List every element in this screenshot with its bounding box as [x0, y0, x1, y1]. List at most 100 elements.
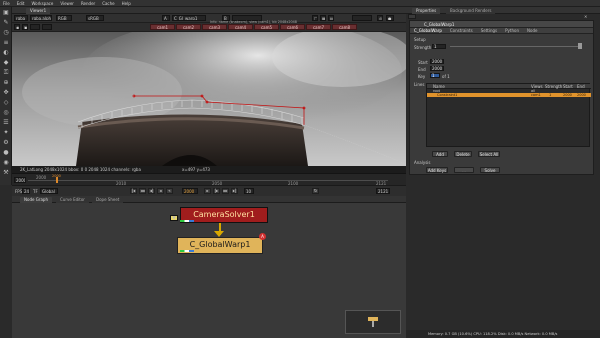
range-end-field[interactable]: 2121: [376, 188, 390, 194]
list-item[interactable]: Constraint1 cam1 1 2000 2000: [427, 93, 591, 97]
start-field[interactable]: 2000: [430, 59, 444, 64]
add-keys-button[interactable]: Add Keys: [426, 167, 448, 173]
menu-bar: File Edit Workspace Viewer Render Cache …: [0, 0, 600, 7]
step-back-icon[interactable]: «: [166, 188, 173, 194]
cam-button-5[interactable]: cam5: [254, 24, 279, 30]
next-frame-icon[interactable]: |▸: [213, 188, 220, 194]
alpha-select[interactable]: rgba.alpha: [30, 15, 52, 21]
color-icon[interactable]: ◐: [2, 49, 10, 57]
input-node-select[interactable]: C_Gl_warp1: [172, 15, 206, 21]
strength-field[interactable]: 1: [432, 44, 446, 49]
first-frame-icon[interactable]: |◂: [130, 188, 137, 194]
overlay-icon[interactable]: ◎: [377, 15, 383, 21]
cam-button-8[interactable]: cam8: [332, 24, 357, 30]
viewer-canvas[interactable]: [12, 32, 406, 166]
wrench-icon[interactable]: ⚒: [2, 169, 10, 177]
key-field[interactable]: 1: [430, 73, 440, 78]
menu-edit[interactable]: Edit: [17, 1, 25, 6]
cara-icon[interactable]: ◉: [2, 159, 10, 167]
cam-button-3[interactable]: cam3: [202, 24, 227, 30]
lock-icon[interactable]: ▤: [328, 15, 334, 21]
menu-viewer[interactable]: Viewer: [60, 1, 74, 6]
frame-select[interactable]: [30, 24, 40, 30]
lines-label: Lines: [414, 82, 425, 87]
disabled-button[interactable]: ...: [454, 167, 474, 173]
menu-file[interactable]: File: [3, 1, 10, 6]
cam-button-7[interactable]: cam7: [306, 24, 331, 30]
merge-icon[interactable]: ⊕: [2, 79, 10, 87]
other-icon[interactable]: ●: [2, 149, 10, 157]
subtab-python[interactable]: Python: [505, 28, 519, 33]
roi-icon[interactable]: □: [312, 15, 318, 21]
max-panels-field[interactable]: [408, 14, 416, 19]
view-icon[interactable]: ◉: [14, 24, 20, 30]
menu-help[interactable]: Help: [122, 1, 131, 6]
stop-icon[interactable]: ●: [386, 15, 394, 21]
step-field[interactable]: 10: [244, 188, 254, 194]
last-frame-icon[interactable]: ▸|: [231, 188, 238, 194]
node-name[interactable]: C_GlobalWarp1: [424, 22, 454, 27]
delete-button[interactable]: Delete: [454, 151, 472, 157]
subtab-node[interactable]: Node: [527, 28, 537, 33]
minimap[interactable]: [345, 310, 401, 334]
tf-select[interactable]: Global: [40, 188, 58, 194]
clip-icon[interactable]: ▣: [22, 24, 28, 30]
properties-tab-bar: Properties Background Renders: [406, 7, 600, 14]
cam-button-4[interactable]: cam4: [228, 24, 253, 30]
toolsets-icon[interactable]: ⚙: [2, 139, 10, 147]
next-key-icon[interactable]: ▸▸: [222, 188, 229, 194]
clear-icon[interactable]: ✕: [584, 14, 590, 19]
node-badge: A: [259, 233, 266, 240]
channel-icon[interactable]: ≡: [2, 39, 10, 47]
timeline-in-field[interactable]: 2000: [14, 177, 26, 183]
gamma-select[interactable]: sRGB: [86, 15, 104, 21]
select-all-button[interactable]: Select All: [478, 151, 500, 157]
frame-field[interactable]: [42, 24, 52, 30]
solve-button[interactable]: Solve: [480, 167, 500, 173]
subtab-settings[interactable]: Settings: [481, 28, 497, 33]
draw-icon[interactable]: ✎: [2, 19, 10, 27]
end-field[interactable]: 2000: [430, 66, 444, 71]
metadata-icon[interactable]: ☰: [2, 119, 10, 127]
slider-handle[interactable]: [578, 43, 582, 49]
frame-field[interactable]: 2000: [182, 188, 198, 194]
play-forward-icon[interactable]: ▸: [204, 188, 211, 194]
fps-field[interactable]: 24: [22, 188, 30, 194]
particles-icon[interactable]: ✦: [2, 129, 10, 137]
prev-key-icon[interactable]: ◂◂: [139, 188, 146, 194]
transform-icon[interactable]: ✥: [2, 89, 10, 97]
3d-icon[interactable]: ◇: [2, 99, 10, 107]
image-icon[interactable]: ▣: [2, 9, 10, 17]
menu-render[interactable]: Render: [81, 1, 95, 6]
zoom-select[interactable]: [352, 15, 372, 21]
filter-icon[interactable]: ◆: [2, 59, 10, 67]
menu-workspace[interactable]: Workspace: [31, 1, 53, 6]
channels-select[interactable]: rgba: [14, 15, 28, 21]
timeline[interactable]: 2000 2000 2010 2050 2100 2121 2000: [12, 173, 406, 186]
keyer-icon[interactable]: ⚿: [2, 69, 10, 77]
add-button[interactable]: Add: [432, 151, 448, 157]
row-start: 2000: [563, 93, 572, 97]
loop-icon[interactable]: ↻: [312, 188, 319, 194]
input-arrow-icon[interactable]: ▼: [170, 215, 178, 221]
subtab-global-warp[interactable]: C_GlobalWarp: [414, 28, 442, 33]
views-icon[interactable]: ◎: [2, 109, 10, 117]
constraints-list[interactable]: Name Views Strength Start End root all C…: [426, 83, 591, 147]
time-icon[interactable]: ◷: [2, 29, 10, 37]
status-bar: Memory: 0.7 GB (10.6%) CPU: 118.2% Disk:…: [406, 330, 600, 338]
cam-button-6[interactable]: cam6: [280, 24, 305, 30]
key-of-label: of 1: [442, 74, 450, 79]
input-a-select[interactable]: A: [162, 15, 170, 21]
prev-frame-icon[interactable]: ◂|: [148, 188, 155, 194]
row-views: cam1: [531, 93, 541, 97]
play-back-icon[interactable]: ◂: [157, 188, 164, 194]
proxy-icon[interactable]: ▦: [320, 15, 326, 21]
cam-button-2[interactable]: cam2: [176, 24, 201, 30]
subtab-constraints[interactable]: Constraints: [450, 28, 473, 33]
cam-button-1[interactable]: cam1: [150, 24, 175, 30]
strength-slider[interactable]: [450, 46, 580, 47]
colorspace-select[interactable]: RGB: [56, 15, 72, 21]
menu-cache[interactable]: Cache: [102, 1, 114, 6]
node-channel-indicator: [180, 250, 194, 252]
node-graph[interactable]: ▼ CameraSolver1 C_GlobalWarp1 A: [12, 203, 406, 338]
